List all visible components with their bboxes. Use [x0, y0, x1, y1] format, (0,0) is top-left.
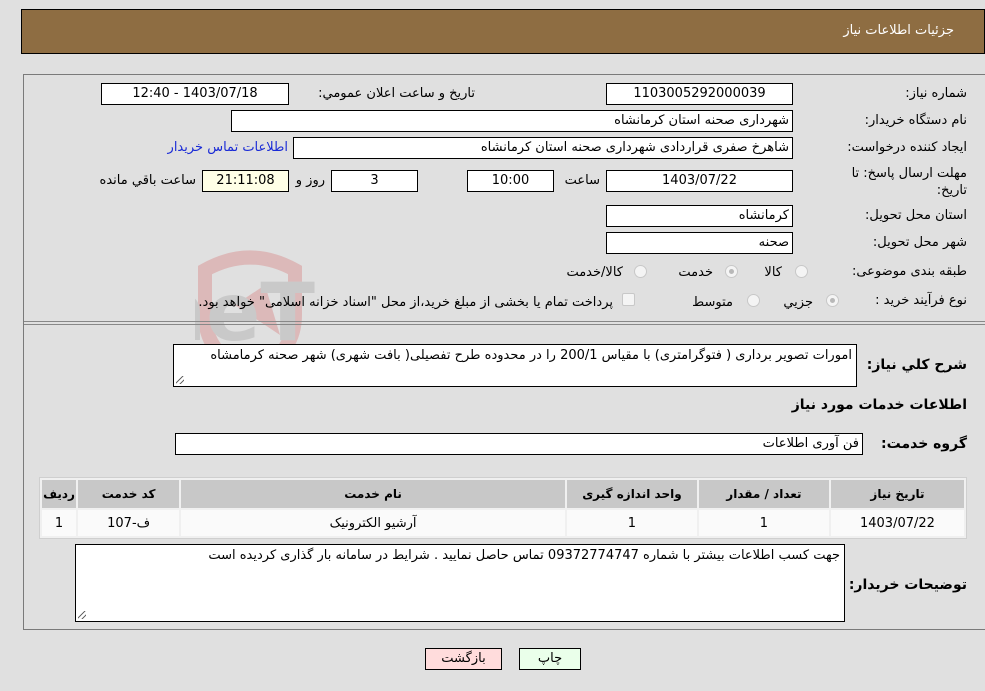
buyer-org-field[interactable]: شهرداری صحنه استان کرمانشاه [231, 110, 793, 132]
remaining-time-label: ساعت باقي مانده [99, 173, 196, 188]
days-label: روز و [295, 173, 325, 188]
category-option-service: خدمت [678, 265, 713, 280]
header-service-code: کد خدمت [78, 480, 180, 508]
need-number-field[interactable]: 1103005292000039 [606, 83, 793, 105]
back-button[interactable]: بازگشت [425, 648, 502, 670]
buyer-notes-label: توضیحات خریدار: [848, 577, 967, 593]
province-label: استان محل تحویل: [865, 208, 967, 223]
purchase-radio-medium[interactable] [747, 294, 760, 307]
treasury-note: پرداخت تمام یا بخشی از مبلغ خرید،از محل … [198, 295, 613, 310]
buyer-notes-text: جهت کسب اطلاعات بیشتر با شماره 093727747… [208, 548, 840, 563]
cell-service-code: ف-107 [78, 510, 180, 536]
header-row-number: ردیف [42, 480, 77, 508]
buyer-org-label: نام دستگاه خریدار: [864, 113, 967, 128]
page-title: جزئیات اطلاعات نیاز [843, 23, 954, 38]
purchase-radio-minor[interactable] [826, 294, 839, 307]
deadline-time-field[interactable]: 10:00 [467, 170, 554, 192]
table-header-row: تاریخ نیاز تعداد / مقدار واحد اندازه گیر… [42, 480, 964, 508]
header-need-date: تاریخ نیاز [830, 480, 964, 508]
deadline-label-line2: تاریخ: [936, 183, 967, 198]
page-header: جزئیات اطلاعات نیاز [21, 9, 985, 54]
deadline-time-label: ساعت [564, 173, 600, 188]
category-option-goods: کالا [764, 265, 782, 280]
announce-datetime-field[interactable]: 1403/07/18 - 12:40 [101, 83, 289, 105]
city-label: شهر محل تحویل: [872, 235, 967, 250]
header-quantity: تعداد / مقدار [698, 480, 829, 508]
cell-row-number: 1 [42, 510, 77, 536]
requester-label: ایجاد کننده درخواست: [847, 140, 967, 155]
resize-grip-icon[interactable] [78, 611, 86, 619]
print-button[interactable]: چاپ [519, 648, 581, 670]
header-service-name: نام خدمت [181, 480, 565, 508]
description-textarea[interactable]: امورات تصویر برداری ( فتوگرامتری) با مقی… [173, 344, 857, 387]
services-table: تاریخ نیاز تعداد / مقدار واحد اندازه گیر… [39, 477, 967, 539]
purchase-type-label: نوع فرآیند خرید : [875, 293, 967, 308]
cell-quantity: 1 [698, 510, 829, 536]
resize-grip-icon[interactable] [176, 376, 184, 384]
description-label: شرح کلي نیاز: [866, 357, 967, 373]
service-group-field[interactable]: فن آوری اطلاعات [175, 433, 863, 455]
city-field[interactable]: صحنه [606, 232, 793, 254]
treasury-checkbox[interactable] [622, 293, 635, 306]
category-radio-goods-service[interactable] [634, 265, 647, 278]
cell-need-date: 1403/07/22 [830, 510, 964, 536]
buyer-contact-link[interactable]: اطلاعات تماس خریدار [168, 140, 288, 155]
table-row: 1403/07/22 1 1 آرشیو الکترونیک ف-107 1 [42, 510, 964, 536]
purchase-option-minor: جزيي [783, 295, 813, 310]
cell-unit: 1 [566, 510, 697, 536]
category-radio-service[interactable] [725, 265, 738, 278]
description-text: امورات تصویر برداری ( فتوگرامتری) با مقی… [210, 348, 852, 363]
category-radio-goods[interactable] [795, 265, 808, 278]
requester-field[interactable]: شاهرخ صفری قراردادی شهرداری صحنه استان ک… [293, 137, 793, 159]
province-field[interactable]: کرمانشاه [606, 205, 793, 227]
header-unit: واحد اندازه گیری [566, 480, 697, 508]
announce-datetime-label: تاریخ و ساعت اعلان عمومي: [318, 86, 475, 101]
purchase-option-medium: متوسط [692, 295, 733, 310]
need-number-label: شماره نیاز: [905, 86, 967, 101]
section-divider [24, 321, 985, 325]
deadline-label: مهلت ارسال پاسخ: تا [851, 166, 967, 181]
remaining-time-field: 21:11:08 [202, 170, 289, 192]
deadline-date-field[interactable]: 1403/07/22 [606, 170, 793, 192]
services-section-title: اطلاعات خدمات مورد نیاز [791, 397, 967, 413]
category-label: طبقه بندی موضوعی: [851, 264, 967, 279]
service-group-label: گروه خدمت: [881, 436, 967, 452]
category-option-goods-service: کالا/خدمت [566, 265, 623, 280]
days-remaining-field[interactable]: 3 [331, 170, 418, 192]
cell-service-name: آرشیو الکترونیک [181, 510, 565, 536]
buyer-notes-textarea[interactable]: جهت کسب اطلاعات بیشتر با شماره 093727747… [75, 544, 845, 622]
